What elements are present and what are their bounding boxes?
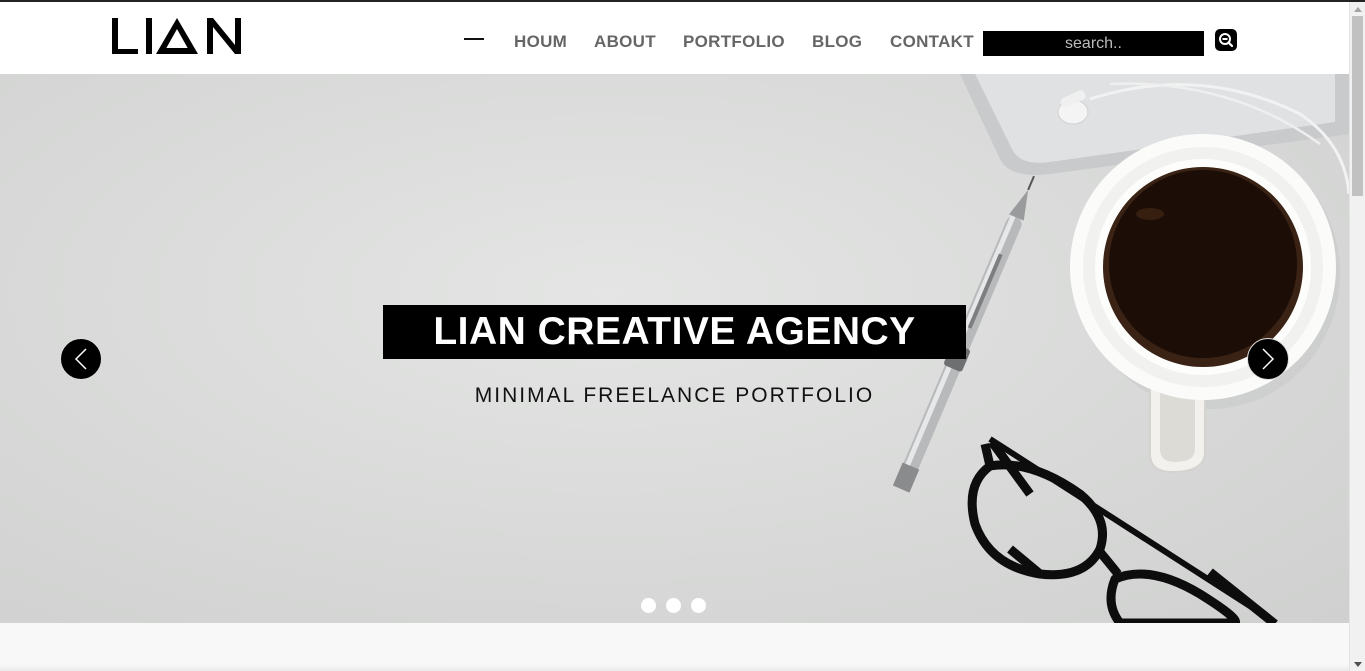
scroll-up-button[interactable]: [1350, 2, 1365, 16]
nav-link-blog[interactable]: BLOG: [812, 32, 862, 52]
slider-next-button[interactable]: [1247, 338, 1289, 380]
hero-slider: LIAN CREATIVE AGENCY MINIMAL FREELANCE P…: [0, 74, 1349, 623]
slider-dot-3[interactable]: [691, 598, 706, 613]
hero-subtitle: MINIMAL FREELANCE PORTFOLIO: [474, 384, 875, 407]
hero-title-box: LIAN CREATIVE AGENCY: [383, 305, 966, 359]
slider-prev-button[interactable]: [60, 338, 102, 380]
section-divider: [0, 665, 1349, 671]
site-header: HOUM ABOUT PORTFOLIO BLOG CONTAKT: [0, 2, 1349, 74]
menu-dash-icon[interactable]: [464, 38, 484, 40]
nav-link-contakt[interactable]: CONTAKT: [890, 32, 974, 52]
hero-title: LIAN CREATIVE AGENCY: [433, 310, 916, 353]
chevron-right-icon: [1262, 348, 1275, 370]
nav-link-about[interactable]: ABOUT: [594, 32, 656, 52]
scroll-down-arrow-icon: [1354, 661, 1362, 667]
search-input[interactable]: [983, 31, 1204, 56]
slider-dot-2[interactable]: [666, 598, 681, 613]
scroll-up-arrow-icon: [1354, 6, 1362, 12]
next-section: [0, 623, 1349, 671]
search-button[interactable]: [1215, 29, 1237, 51]
slider-dot-1[interactable]: [641, 598, 656, 613]
search-icon: [1219, 33, 1234, 48]
nav-link-portfolio[interactable]: PORTFOLIO: [683, 32, 785, 52]
logo[interactable]: [110, 16, 244, 56]
scrollbar-thumb[interactable]: [1352, 16, 1363, 196]
scroll-down-button[interactable]: [1350, 657, 1365, 671]
nav-link-houm[interactable]: HOUM: [514, 32, 567, 52]
page-scrollbar[interactable]: [1349, 2, 1365, 671]
chevron-left-icon: [74, 348, 87, 370]
